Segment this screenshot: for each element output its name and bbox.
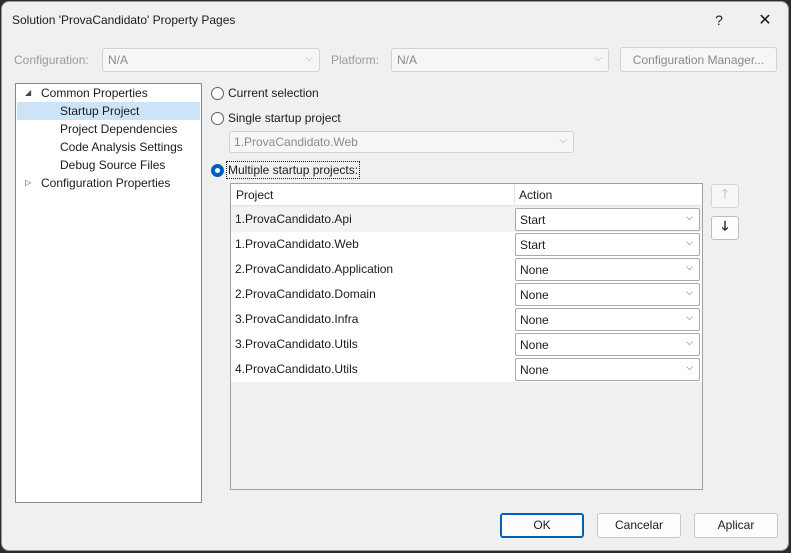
action-select[interactable]: None ⌵ [515,308,700,331]
startup-projects-grid: Project Action 1.ProvaCandidato.Api Star… [230,183,703,490]
radio-checked-icon[interactable] [211,163,224,177]
chevron-down-icon: ⌵ [559,135,567,146]
project-name: 4.ProvaCandidato.Utils [235,362,358,376]
single-startup-value: 1.ProvaCandidato.Web [234,135,358,149]
configuration-value: N/A [108,53,129,67]
tree-item-label: Configuration Properties [41,176,171,190]
radio-label: Multiple startup projects: [225,161,361,179]
radio-icon[interactable] [211,86,224,100]
action-select[interactable]: Start ⌵ [515,233,700,256]
title-bar[interactable]: Solution 'ProvaCandidato' Property Pages… [2,2,788,38]
project-name: 2.ProvaCandidato.Domain [235,287,376,301]
expanded-icon[interactable]: ◢ [25,88,31,97]
action-value: None [520,338,549,352]
radio-label: Current selection [228,86,319,100]
tree-item-debug-source-files[interactable]: Debug Source Files [60,156,165,174]
tree-item-project-dependencies[interactable]: Project Dependencies [60,120,177,138]
radio-multiple-startup[interactable]: Multiple startup projects: [211,161,361,179]
action-select[interactable]: None ⌵ [515,283,700,306]
chevron-down-icon: ⌵ [686,312,693,322]
radio-icon[interactable] [211,111,224,125]
table-row[interactable]: 3.ProvaCandidato.Infra None ⌵ [231,307,702,332]
configuration-combo: N/A ⌵ [102,48,320,72]
chevron-down-icon: ⌵ [686,362,693,372]
property-pages-dialog: Solution 'ProvaCandidato' Property Pages… [1,1,789,551]
configuration-manager-button: Configuration Manager... [620,47,777,72]
action-value: None [520,288,549,302]
tree-item-common-properties[interactable]: Common Properties [41,84,148,102]
action-value: Start [520,213,546,227]
radio-current-selection[interactable]: Current selection [211,84,319,102]
tree-item-label: Startup Project [60,104,140,118]
platform-combo: N/A ⌵ [391,48,609,72]
move-up-button: 🡑 [711,184,739,208]
platform-label: Platform: [331,53,380,67]
project-name: 3.ProvaCandidato.Infra [235,312,359,326]
action-select[interactable]: None ⌵ [515,358,700,381]
grid-header: Project Action [231,184,702,206]
tree-item-label: Debug Source Files [60,158,166,172]
chevron-down-icon: ⌵ [594,53,602,64]
table-row[interactable]: 1.ProvaCandidato.Api Start ⌵ [231,207,702,232]
chevron-down-icon: ⌵ [686,337,693,347]
project-name: 1.ProvaCandidato.Api [235,212,352,226]
column-header-project[interactable]: Project [231,184,273,206]
tree-item-label: Common Properties [41,86,148,100]
apply-button[interactable]: Aplicar [694,513,778,538]
window-title: Solution 'ProvaCandidato' Property Pages [12,13,236,27]
close-button[interactable]: ✕ [745,6,785,34]
tree-item-code-analysis-settings[interactable]: Code Analysis Settings [60,138,183,156]
column-header-action[interactable]: Action [514,184,552,206]
action-select[interactable]: None ⌵ [515,333,700,356]
configuration-label: Configuration: [14,53,89,67]
radio-single-startup[interactable]: Single startup project [211,109,341,127]
chevron-down-icon: ⌵ [686,237,693,247]
project-name: 3.ProvaCandidato.Utils [235,337,358,351]
chevron-down-icon: ⌵ [686,287,693,297]
collapsed-icon[interactable]: ▷ [25,178,31,187]
action-select[interactable]: Start ⌵ [515,208,700,231]
chevron-down-icon: ⌵ [686,262,693,272]
move-down-button[interactable]: 🡓 [711,216,739,240]
platform-value: N/A [397,53,418,67]
table-row[interactable]: 2.ProvaCandidato.Domain None ⌵ [231,282,702,307]
table-row[interactable]: 3.ProvaCandidato.Utils None ⌵ [231,332,702,357]
chevron-down-icon: ⌵ [305,53,313,64]
action-value: None [520,363,549,377]
table-row[interactable]: 1.ProvaCandidato.Web Start ⌵ [231,232,702,257]
tree-item-configuration-properties[interactable]: Configuration Properties [41,174,170,192]
help-button[interactable]: ? [699,6,739,34]
ok-button[interactable]: OK [500,513,584,538]
property-tree: ◢ Common Properties Startup Project Proj… [15,83,202,503]
action-value: None [520,313,549,327]
action-value: None [520,263,549,277]
table-row[interactable]: 4.ProvaCandidato.Utils None ⌵ [231,357,702,382]
action-value: Start [520,238,546,252]
table-row[interactable]: 2.ProvaCandidato.Application None ⌵ [231,257,702,282]
project-name: 1.ProvaCandidato.Web [235,237,359,251]
radio-label: Single startup project [228,111,341,125]
tree-item-startup-project[interactable]: Startup Project [17,102,200,120]
cancel-button[interactable]: Cancelar [597,513,681,538]
arrow-down-icon: 🡓 [721,218,729,233]
chevron-down-icon: ⌵ [686,212,693,222]
arrow-up-icon: 🡑 [721,186,729,201]
tree-item-label: Project Dependencies [60,122,178,136]
tree-item-label: Code Analysis Settings [60,140,183,154]
single-startup-combo: 1.ProvaCandidato.Web ⌵ [229,131,574,153]
action-select[interactable]: None ⌵ [515,258,700,281]
project-name: 2.ProvaCandidato.Application [235,262,394,276]
